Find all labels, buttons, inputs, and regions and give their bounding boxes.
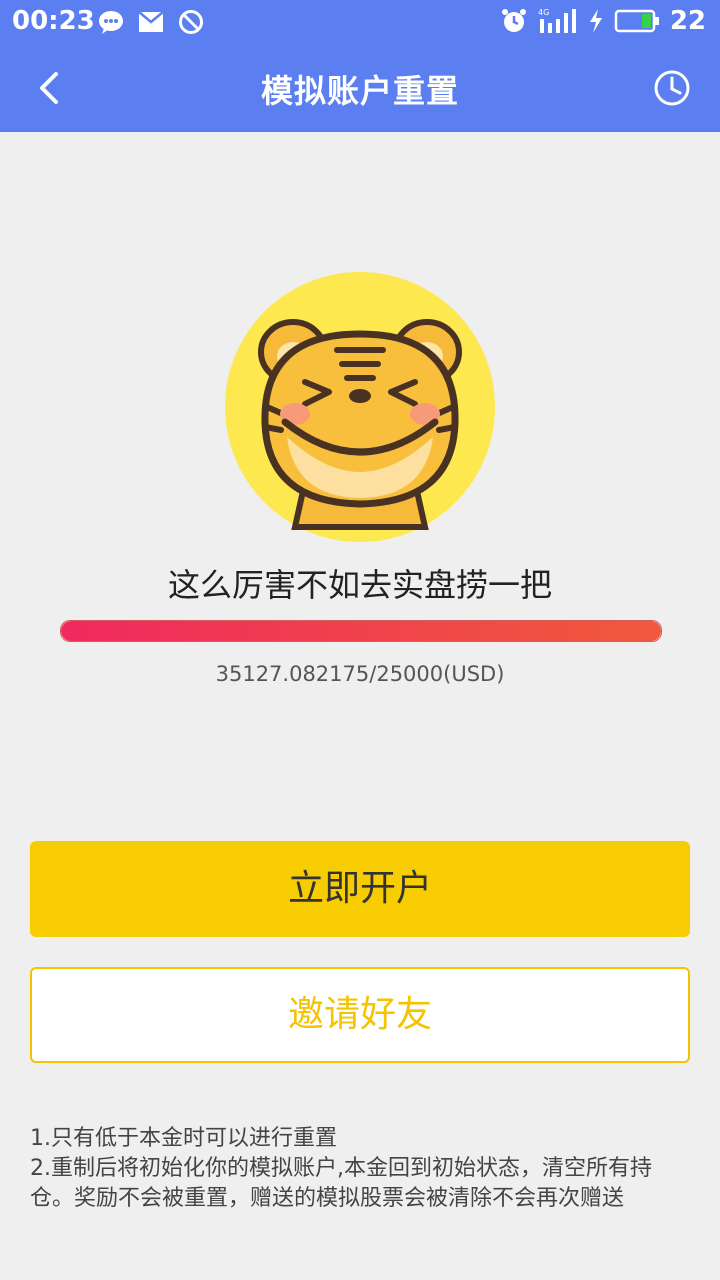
- status-right: 4G 22: [500, 6, 706, 36]
- note-item: 1.只有低于本金时可以进行重置: [30, 1126, 337, 1151]
- note-item: 2.重制后将初始化你的模拟账户,本金回到初始状态，清空所有持仓。奖励不会被重置，…: [30, 1156, 652, 1211]
- signal-icon: 4G: [538, 8, 576, 33]
- alarm-icon: [501, 9, 526, 32]
- progress-fill: [61, 621, 661, 641]
- tiger-mascot-image: [225, 272, 495, 542]
- reset-rules-notes: 1.只有低于本金时可以进行重置 2.重制后将初始化你的模拟账户,本金回到初始状态…: [30, 1124, 694, 1214]
- clock-icon: [654, 70, 690, 106]
- status-time: 00:23: [12, 6, 95, 36]
- chat-icon: [99, 11, 123, 34]
- invite-friends-button[interactable]: 邀请好友: [30, 967, 690, 1063]
- notification-icons: [98, 9, 204, 35]
- balance-progress-bar: [60, 620, 662, 642]
- no-disturb-icon: [179, 10, 203, 34]
- battery-percent: 22: [669, 6, 706, 36]
- history-button[interactable]: [652, 68, 692, 108]
- open-account-button[interactable]: 立即开户: [30, 841, 690, 937]
- battery-icon: [614, 9, 659, 33]
- slogan-text: 这么厉害不如去实盘捞一把: [167, 566, 552, 604]
- balance-ratio-text: 35127.082175/25000(USD): [215, 662, 505, 686]
- network-label: 4G: [538, 8, 549, 17]
- charging-icon: [589, 9, 602, 33]
- status-bar: 00:23 4G 22: [0, 0, 720, 44]
- mail-icon: [138, 11, 164, 32]
- page-title: 模拟账户重置: [260, 72, 459, 110]
- app-header: 模拟账户重置: [0, 44, 720, 132]
